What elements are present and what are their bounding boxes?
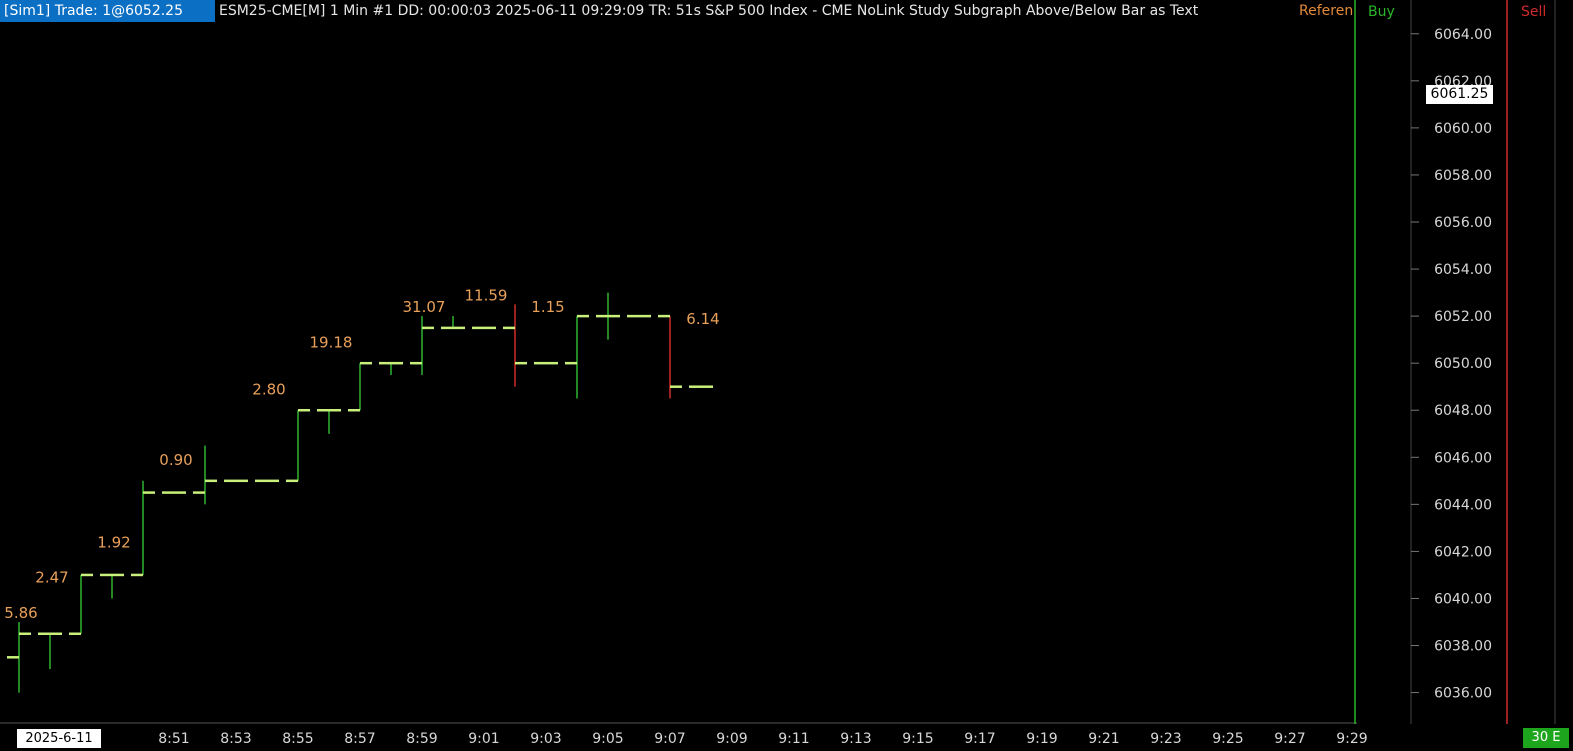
sell-column-title: Sell [1521,4,1547,20]
time-tick-label: 9:23 [1150,731,1181,747]
price-tick-label: 6064.00 [1434,27,1492,43]
time-tick-label: 9:25 [1212,731,1243,747]
time-tick-label: 8:51 [158,731,189,747]
bar-value-label: 1.15 [531,298,564,316]
price-tick-label: 6038.00 [1434,639,1492,655]
time-tick-label: 9:01 [468,731,499,747]
time-tick-label: 9:09 [716,731,747,747]
price-tick-label: 6050.00 [1434,356,1492,372]
price-tick-label: 6048.00 [1434,403,1492,419]
price-tick-label: 6060.00 [1434,121,1492,137]
time-scale-button[interactable]: 30 E [1523,728,1569,748]
price-tick-label: 6054.00 [1434,262,1492,278]
bar-value-label: 31.07 [403,298,446,316]
price-tick-label: 6036.00 [1434,686,1492,702]
bar-value-label: 19.18 [310,333,353,351]
buy-column-title: Buy [1368,4,1395,20]
time-tick-label: 9:13 [840,731,871,747]
current-price-label: 6061.25 [1426,85,1493,104]
bar-value-label: 5.86 [4,604,37,622]
time-tick-label: 9:29 [1336,731,1367,747]
time-tick-label: 8:59 [406,731,437,747]
time-tick-label: 9:05 [592,731,623,747]
date-label: 2025-6-11 [17,729,101,748]
bar-value-label: 2.80 [252,380,285,398]
bar-value-label: 0.90 [159,451,192,469]
time-tick-label: 8:53 [220,731,251,747]
price-tick-label: 6042.00 [1434,544,1492,560]
time-tick-label: 8:55 [282,731,313,747]
time-tick-label: 9:03 [530,731,561,747]
bar-value-label: 1.92 [97,533,130,551]
time-tick-label: 9:27 [1274,731,1305,747]
price-tick-label: 6056.00 [1434,215,1492,231]
bar-value-label: 2.47 [35,569,68,587]
bar-value-label: 6.14 [686,310,719,328]
price-tick-label: 6040.00 [1434,591,1492,607]
time-tick-label: 9:15 [902,731,933,747]
time-tick-label: 8:57 [344,731,375,747]
time-tick-label: 9:19 [1026,731,1057,747]
price-tick-label: 6052.00 [1434,309,1492,325]
price-tick-label: 6058.00 [1434,168,1492,184]
price-chart[interactable]: 6036.00 6038.00 6040.00 6042.00 6044.00 6046.… [0,0,1573,751]
time-tick-label: 9:21 [1088,731,1119,747]
time-tick-label: 9:17 [964,731,995,747]
time-tick-label: 9:07 [654,731,685,747]
price-tick-label: 6046.00 [1434,450,1492,466]
bar-value-label: 11.59 [465,286,508,304]
time-tick-label: 9:11 [778,731,809,747]
price-tick-label: 6044.00 [1434,497,1492,513]
